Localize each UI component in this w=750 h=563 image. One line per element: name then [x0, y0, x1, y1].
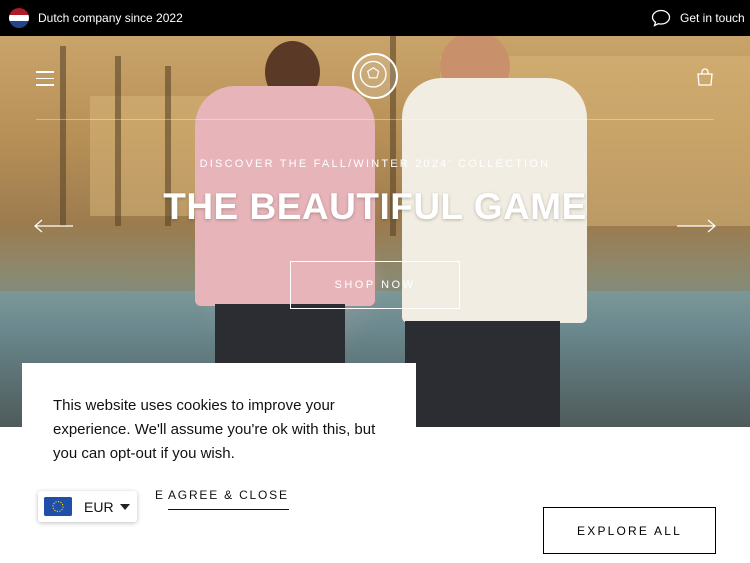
- get-in-touch-link[interactable]: Get in touch: [680, 11, 745, 25]
- eu-flag-icon: [44, 497, 72, 516]
- opt-out-button[interactable]: E: [155, 488, 165, 502]
- chat-bubble-icon[interactable]: [651, 9, 671, 27]
- arrow-right-icon[interactable]: [676, 219, 716, 233]
- netherlands-flag-icon: [9, 8, 29, 28]
- cookie-message: This website uses cookies to improve you…: [53, 397, 376, 462]
- currency-selector[interactable]: EUR: [38, 491, 137, 522]
- shop-now-button[interactable]: SHOP NOW: [290, 261, 460, 309]
- explore-all-button[interactable]: EXPLORE ALL: [543, 507, 716, 554]
- hero-headline: THE BEAUTIFUL GAME: [163, 186, 587, 227]
- hero-eyebrow: DISCOVER THE FALL/WINTER 2024' COLLECTIO…: [199, 158, 551, 170]
- arrow-left-icon[interactable]: [34, 219, 74, 233]
- football-crest-logo[interactable]: [352, 53, 398, 99]
- announcement-text: Dutch company since 2022: [38, 11, 183, 25]
- header-divider: [36, 119, 714, 120]
- currency-code: EUR: [84, 499, 114, 515]
- cookie-banner: This website uses cookies to improve you…: [22, 363, 416, 563]
- hamburger-menu-icon[interactable]: [36, 71, 54, 86]
- shopping-bag-icon[interactable]: [696, 68, 714, 86]
- announcement-bar: Dutch company since 2022 Get in touch: [0, 0, 750, 36]
- caret-down-icon: [120, 504, 130, 510]
- agree-close-button[interactable]: AGREE & CLOSE: [168, 488, 289, 510]
